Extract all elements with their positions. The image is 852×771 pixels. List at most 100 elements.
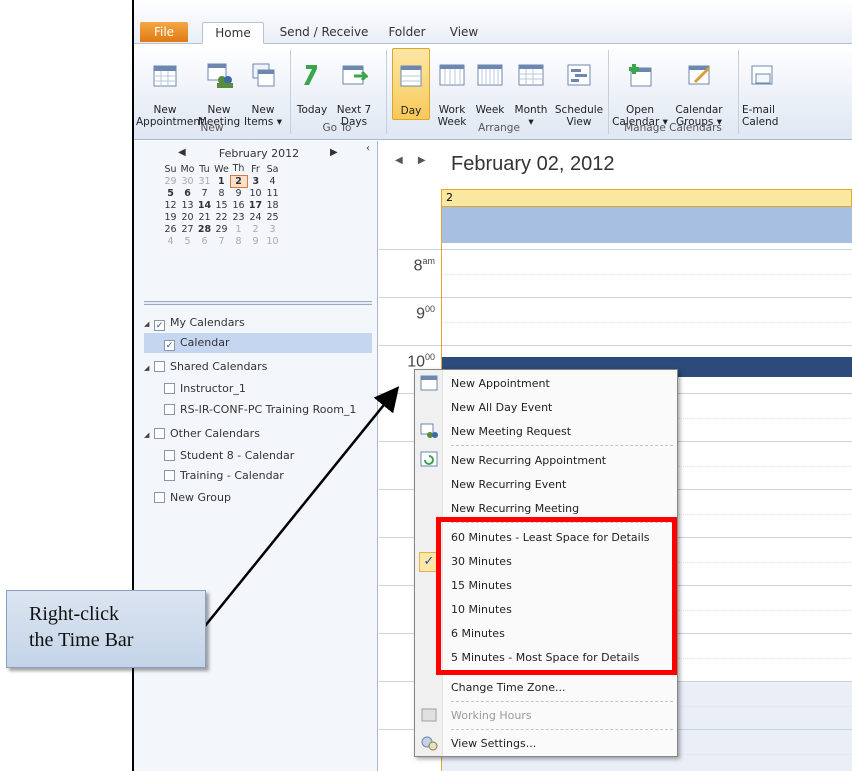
date-cell[interactable]: 28: [196, 223, 213, 235]
date-cell[interactable]: 29: [162, 175, 179, 187]
tab-view[interactable]: View: [444, 22, 484, 44]
date-cell[interactable]: 5: [179, 235, 196, 247]
date-cell[interactable]: 7: [196, 187, 213, 199]
date-cell[interactable]: 21: [196, 211, 213, 223]
calendar-nav-arrows[interactable]: ◀ ▶: [395, 155, 432, 166]
tab-folder[interactable]: Folder: [382, 22, 432, 44]
menu-item-view-settings[interactable]: View Settings...: [445, 733, 673, 755]
calendar-item-training[interactable]: Training - Calendar: [164, 466, 284, 486]
date-cell[interactable]: 1: [230, 223, 247, 235]
calendar-item-training-room[interactable]: RS-IR-CONF-PC Training Room_1: [164, 400, 356, 420]
date-cell[interactable]: 6: [196, 235, 213, 247]
date-cell[interactable]: 25: [264, 211, 281, 223]
calendar-item-instructor[interactable]: Instructor_1: [164, 379, 246, 399]
today-button[interactable]: Today: [292, 48, 332, 120]
checkbox[interactable]: [154, 492, 165, 503]
date-cell[interactable]: 9: [230, 187, 247, 199]
tab-file[interactable]: File: [140, 22, 188, 42]
date-cell[interactable]: 6: [179, 187, 196, 199]
group-shared-calendars[interactable]: ◢ Shared Calendars: [144, 357, 267, 377]
checkbox[interactable]: [164, 383, 175, 394]
date-cell[interactable]: 14: [196, 199, 213, 211]
time-slot[interactable]: [441, 249, 852, 297]
time-bar-hour[interactable]: 8am: [379, 249, 441, 297]
menu-item-new-recurring-event[interactable]: New Recurring Event: [445, 474, 673, 496]
day-header[interactable]: 2: [441, 189, 852, 207]
date-cell[interactable]: 13: [179, 199, 196, 211]
schedule-view-button[interactable]: Schedule View: [554, 48, 604, 128]
email-calendar-button[interactable]: E-mail Calend: [742, 48, 802, 128]
date-cell[interactable]: 24: [247, 211, 264, 223]
date-cell[interactable]: 18: [264, 199, 281, 211]
date-cell[interactable]: 2: [247, 223, 264, 235]
date-navigator-month: February 2012: [218, 147, 300, 160]
date-cell[interactable]: 8: [213, 187, 230, 199]
collapse-pane-arrow[interactable]: ‹: [366, 143, 370, 154]
date-cell[interactable]: 20: [179, 211, 196, 223]
date-cell[interactable]: 3: [247, 175, 264, 187]
tab-home[interactable]: Home: [202, 22, 264, 44]
date-cell[interactable]: 7: [213, 235, 230, 247]
expand-triangle-icon[interactable]: ◢: [144, 358, 154, 378]
time-bar-hour[interactable]: 900: [379, 297, 441, 345]
date-cell[interactable]: 4: [264, 175, 281, 187]
new-appointment-button[interactable]: New Appointment: [136, 48, 204, 128]
checkbox-checked[interactable]: ✓: [164, 340, 175, 351]
work-week-button[interactable]: Work Week: [434, 48, 470, 128]
all-day-area[interactable]: [441, 207, 852, 243]
menu-item-change-time-zone[interactable]: Change Time Zone...: [445, 677, 673, 699]
date-cell[interactable]: 23: [230, 211, 247, 223]
expand-triangle-icon[interactable]: ◢: [144, 314, 154, 334]
date-cell[interactable]: 27: [179, 223, 196, 235]
date-cell[interactable]: 17: [247, 199, 264, 211]
date-cell[interactable]: 9: [247, 235, 264, 247]
checkbox[interactable]: [154, 428, 165, 439]
checkbox[interactable]: [154, 361, 165, 372]
date-cell[interactable]: 8: [230, 235, 247, 247]
date-cell-selected[interactable]: 2: [229, 174, 248, 188]
calendar-item-calendar[interactable]: ✓ Calendar: [144, 333, 372, 353]
date-cell[interactable]: 3: [264, 223, 281, 235]
date-cell[interactable]: 15: [213, 199, 230, 211]
date-cell[interactable]: 11: [264, 187, 281, 199]
group-other-calendars[interactable]: ◢ Other Calendars: [144, 424, 260, 444]
date-cell[interactable]: 26: [162, 223, 179, 235]
menu-item-new-meeting-request[interactable]: New Meeting Request: [445, 421, 673, 443]
group-my-calendars[interactable]: ◢ ✓ My Calendars: [144, 313, 245, 333]
week-view-button[interactable]: Week: [472, 48, 508, 120]
date-cell[interactable]: 5: [162, 187, 179, 199]
date-cell[interactable]: 16: [230, 199, 247, 211]
pane-splitter[interactable]: [144, 301, 372, 305]
date-cell[interactable]: 10: [247, 187, 264, 199]
date-cell[interactable]: 31: [196, 175, 213, 187]
month-view-button[interactable]: Month ▾: [510, 48, 552, 128]
date-cell[interactable]: 10: [264, 235, 281, 247]
date-cell[interactable]: 19: [162, 211, 179, 223]
next-month-arrow[interactable]: ▶: [330, 147, 338, 158]
expand-triangle-icon[interactable]: ◢: [144, 425, 154, 445]
menu-item-new-appointment[interactable]: New Appointment: [445, 373, 673, 395]
checkbox[interactable]: [164, 450, 175, 461]
prev-month-arrow[interactable]: ◀: [178, 147, 186, 158]
next-7-days-button[interactable]: Next 7 Days: [334, 48, 374, 128]
date-cell[interactable]: 29: [213, 223, 230, 235]
new-items-button[interactable]: New Items ▾: [242, 48, 284, 128]
group-new-group[interactable]: New Group: [154, 488, 231, 508]
checkbox[interactable]: [164, 404, 175, 415]
checkbox-checked[interactable]: ✓: [154, 320, 165, 331]
date-cell[interactable]: 30: [179, 175, 196, 187]
calendar-groups-button[interactable]: Calendar Groups ▾: [670, 48, 728, 128]
menu-item-new-recurring-appointment[interactable]: New Recurring Appointment: [445, 450, 673, 472]
calendar-item-student[interactable]: Student 8 - Calendar: [164, 446, 294, 466]
time-slot[interactable]: [441, 297, 852, 345]
date-cell[interactable]: 22: [213, 211, 230, 223]
checkbox[interactable]: [164, 470, 175, 481]
date-cell[interactable]: 1: [213, 175, 230, 187]
date-cell[interactable]: 4: [162, 235, 179, 247]
tab-send-receive[interactable]: Send / Receive: [276, 22, 372, 44]
date-cell[interactable]: 12: [162, 199, 179, 211]
menu-item-new-all-day-event[interactable]: New All Day Event: [445, 397, 673, 419]
new-meeting-button[interactable]: New Meeting: [196, 48, 242, 128]
open-calendar-button[interactable]: Open Calendar ▾: [612, 48, 668, 128]
day-view-button[interactable]: Day: [392, 48, 430, 120]
